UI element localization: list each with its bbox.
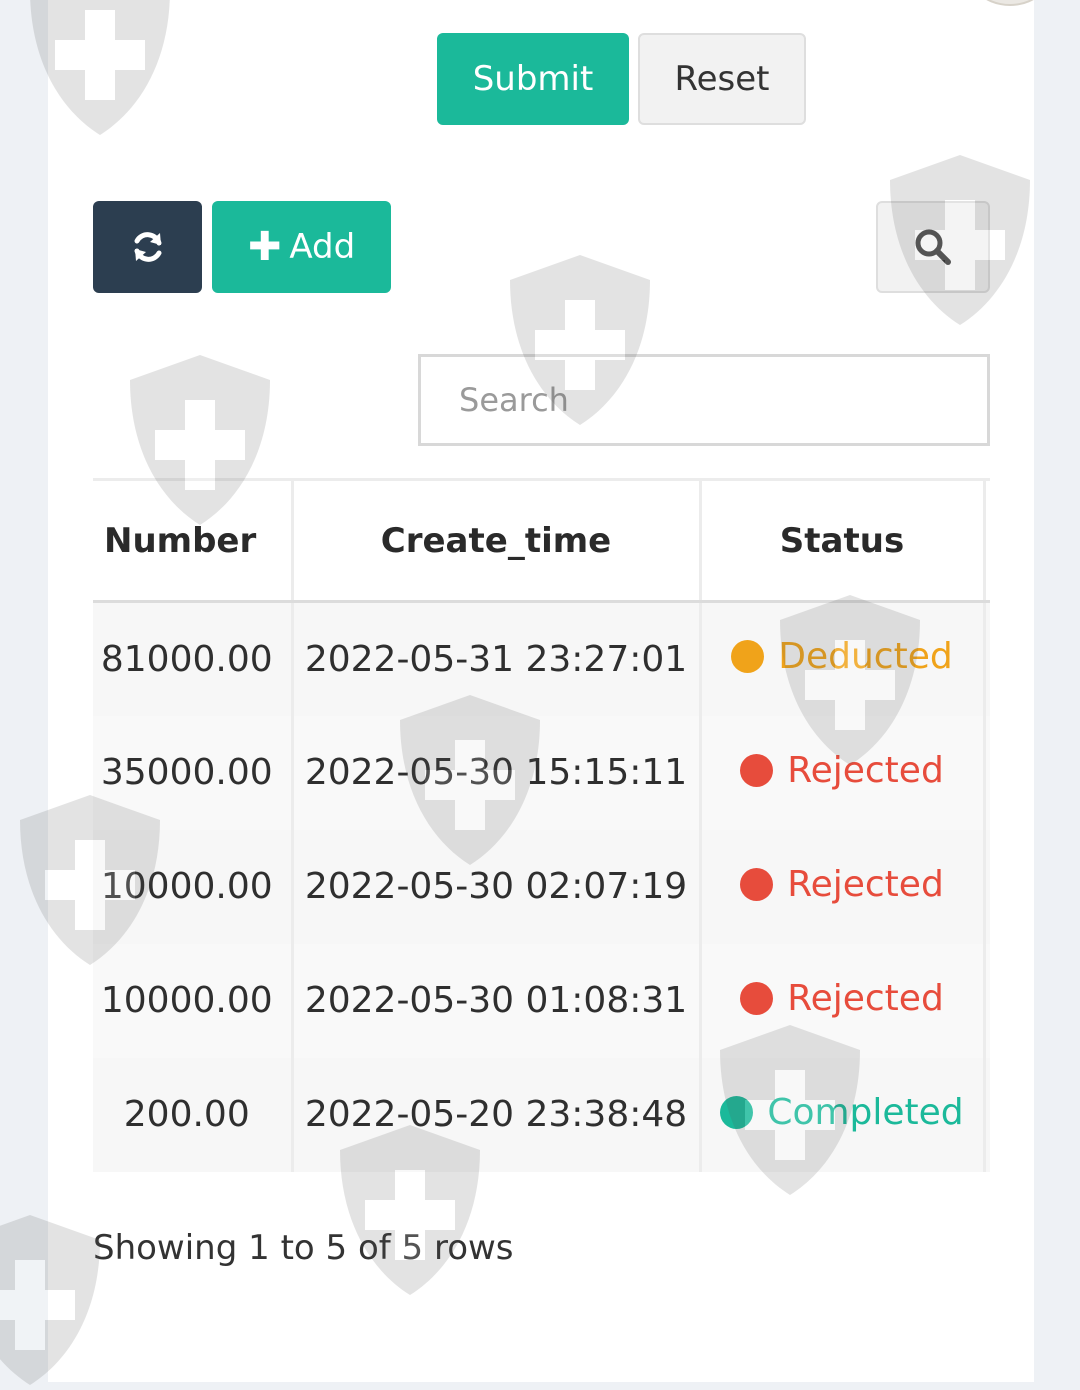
refresh-icon <box>134 232 161 262</box>
table-row[interactable]: 200.00 2022-05-20 23:38:48 Completed <box>93 1057 990 1172</box>
add-button-label: Add <box>289 227 356 267</box>
search-input[interactable] <box>418 354 990 446</box>
pagination-info: Showing 1 to 5 of 5 rows <box>93 1228 514 1268</box>
cell-create-time: 2022-05-30 01:08:31 <box>292 943 702 1058</box>
status-dot-icon <box>740 981 774 1015</box>
status-text: Completed <box>767 1091 964 1133</box>
table-row[interactable]: 10000.00 2022-05-30 01:08:31 Rejected <box>93 943 990 1058</box>
plus-icon: ✚ <box>247 224 282 270</box>
header-status[interactable]: Status <box>700 478 986 603</box>
header-extra <box>984 478 990 603</box>
table-row[interactable]: 35000.00 2022-05-30 15:15:11 Rejected <box>93 715 990 830</box>
cell-extra <box>984 715 990 830</box>
status-badge: Rejected <box>740 978 944 1019</box>
cell-number: 200.00 <box>93 1057 294 1172</box>
cell-extra <box>984 943 990 1058</box>
table-row[interactable]: 10000.00 2022-05-30 02:07:19 Rejected <box>93 829 990 944</box>
table-row[interactable]: 81000.00 2022-05-31 23:27:01 Deducted <box>93 601 990 716</box>
search-toggle-button[interactable] <box>876 201 990 293</box>
reset-button-label: Reset <box>674 59 770 99</box>
status-text: Rejected <box>787 749 944 791</box>
cell-status: Rejected <box>700 943 986 1058</box>
cell-number: 81000.00 <box>93 601 294 716</box>
cell-status: Completed <box>700 1057 986 1172</box>
cell-create-time: 2022-05-30 15:15:11 <box>292 715 702 830</box>
refresh-button[interactable] <box>93 201 202 293</box>
status-badge: Deducted <box>731 636 953 678</box>
cell-create-time: 2022-05-31 23:27:01 <box>292 601 702 716</box>
header-create-time[interactable]: Create_time <box>292 478 702 603</box>
reset-button[interactable]: Reset <box>638 33 806 125</box>
cell-create-time: 2022-05-20 23:38:48 <box>292 1057 702 1172</box>
search-icon <box>915 229 951 265</box>
status-badge: Rejected <box>740 750 944 791</box>
cell-number: 35000.00 <box>93 715 294 830</box>
submit-button-label: Submit <box>472 59 594 99</box>
status-dot-icon <box>740 753 774 787</box>
status-dot-icon <box>731 640 765 674</box>
cell-extra <box>984 1057 990 1172</box>
add-button[interactable]: ✚ Add <box>212 201 391 293</box>
right-gutter <box>1034 0 1080 1388</box>
status-badge: Rejected <box>740 864 944 905</box>
cell-status: Rejected <box>700 829 986 944</box>
status-text: Rejected <box>787 977 944 1019</box>
cell-number: 10000.00 <box>93 943 294 1058</box>
cell-status: Deducted <box>700 601 986 716</box>
status-dot-icon <box>720 1095 754 1129</box>
header-number[interactable]: Number <box>93 478 294 603</box>
status-badge: Completed <box>720 1091 964 1133</box>
status-text: Rejected <box>787 863 944 905</box>
cell-extra <box>984 601 990 716</box>
status-dot-icon <box>740 867 774 901</box>
submit-button[interactable]: Submit <box>437 33 629 125</box>
table-header-row: Number Create_time Status <box>93 478 990 603</box>
status-text: Deducted <box>778 636 953 678</box>
records-table: Number Create_time Status 81000.00 2022-… <box>93 478 990 1172</box>
cell-number: 10000.00 <box>93 829 294 944</box>
cell-extra <box>984 829 990 944</box>
cell-status: Rejected <box>700 715 986 830</box>
cell-create-time: 2022-05-30 02:07:19 <box>292 829 702 944</box>
